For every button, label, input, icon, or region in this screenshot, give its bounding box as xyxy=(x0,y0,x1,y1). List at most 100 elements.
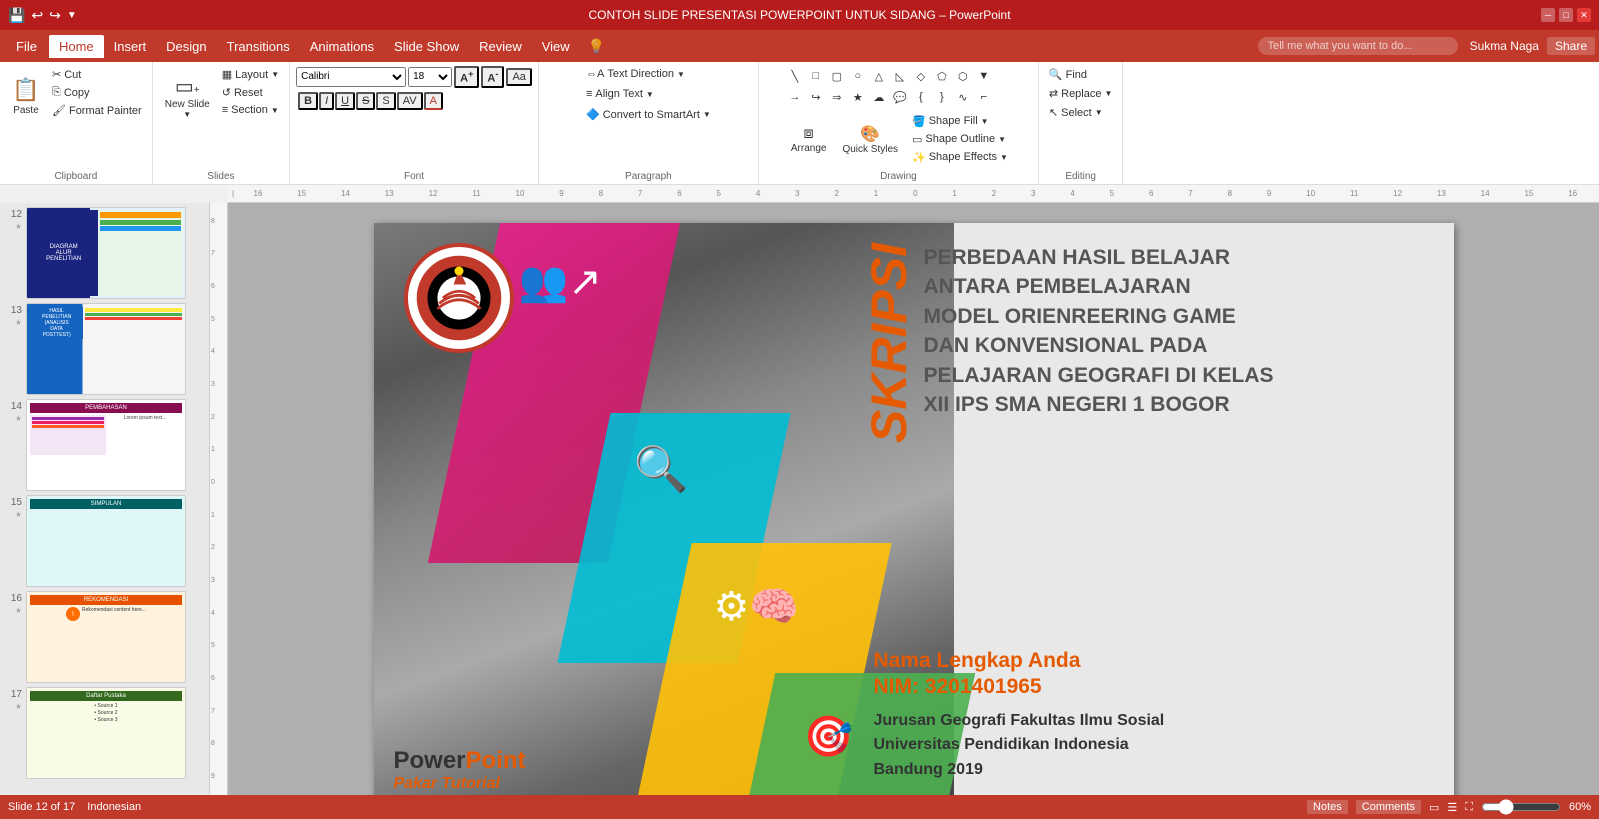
select-button[interactable]: ↖ Select ▼ xyxy=(1045,104,1107,121)
view-reading-icon[interactable]: ☰ xyxy=(1447,801,1457,814)
cut-button[interactable]: ✂ Cut xyxy=(48,66,146,83)
format-painter-button[interactable]: 🖌 Format Painter xyxy=(48,102,146,119)
close-button[interactable]: ✕ xyxy=(1577,8,1591,22)
menu-view[interactable]: View xyxy=(532,35,580,58)
diamond-shape[interactable]: ◇ xyxy=(911,66,931,86)
menu-review[interactable]: Review xyxy=(469,35,532,58)
layout-button[interactable]: ▦ Layout ▼ xyxy=(218,66,283,83)
strikethrough-button[interactable]: S xyxy=(356,92,375,110)
rect-shape[interactable]: □ xyxy=(806,66,826,86)
share-button[interactable]: Share xyxy=(1547,37,1595,55)
institution-line3: Bandung 2019 xyxy=(874,758,1444,783)
align-text-button[interactable]: ≡ Align Text ▼ xyxy=(582,86,658,102)
slide-thumb-14[interactable]: 14 ★ PEMBAHASAN Lorem ipsum text... xyxy=(4,399,205,491)
save-icon[interactable]: 💾 xyxy=(8,7,25,24)
curved-arrow-shape[interactable]: ↪ xyxy=(806,87,826,107)
right-triangle-shape[interactable]: ◺ xyxy=(890,66,910,86)
rounded-rect-shape[interactable]: ▢ xyxy=(827,66,847,86)
tell-me-input[interactable] xyxy=(1258,37,1458,55)
restore-button[interactable]: □ xyxy=(1559,8,1573,22)
paste-button[interactable]: 📋 Paste xyxy=(6,66,46,126)
menu-design[interactable]: Design xyxy=(156,35,216,58)
redo-icon[interactable]: ↪ xyxy=(49,7,61,24)
triangle-shape[interactable]: △ xyxy=(869,66,889,86)
oval-shape[interactable]: ○ xyxy=(848,66,868,86)
quick-access-toolbar[interactable]: 💾 ↩ ↪ ▼ xyxy=(8,7,77,24)
shape-outline-button[interactable]: ▭ Shape Outline ▼ xyxy=(908,131,1012,148)
decrease-font-button[interactable]: A- xyxy=(481,66,504,88)
notes-button[interactable]: Notes xyxy=(1307,800,1348,814)
font-size-select[interactable]: 18 xyxy=(408,67,452,87)
star-shape[interactable]: ★ xyxy=(848,87,868,107)
slide-img-12[interactable]: DIAGRAMALURPENELITIAN xyxy=(26,207,186,299)
slide-thumb-12[interactable]: 12 ★ DIAGRAMALURPENELITIAN xyxy=(4,207,205,299)
menu-insert[interactable]: Insert xyxy=(104,35,157,58)
main-area: 12 ★ DIAGRAMALURPENELITIAN xyxy=(0,203,1599,795)
drawing-content: ╲ □ ▢ ○ △ ◺ ◇ ⬠ ⬡ ▼ → ↪ ⇒ ★ ☁ 💬 { } ∿ ⌐ xyxy=(785,66,1012,169)
char-spacing-button[interactable]: AV xyxy=(397,92,423,110)
brace-shape[interactable]: } xyxy=(932,87,952,107)
undo-icon[interactable]: ↩ xyxy=(31,7,43,24)
comments-button[interactable]: Comments xyxy=(1356,800,1421,814)
clear-format-button[interactable]: Aa xyxy=(506,68,531,86)
slide-star-16: ★ xyxy=(15,606,22,615)
arrange-button[interactable]: ⧈ Arrange xyxy=(785,109,833,169)
replace-button[interactable]: ⇄ Replace ▼ xyxy=(1045,85,1117,102)
menu-animations[interactable]: Animations xyxy=(300,35,384,58)
slide-thumb-15[interactable]: 15 ★ SIMPULAN xyxy=(4,495,205,587)
bold-button[interactable]: B xyxy=(298,92,318,110)
copy-button[interactable]: ⎘ Copy xyxy=(48,84,146,101)
find-button[interactable]: 🔍 Find xyxy=(1045,66,1091,83)
callout-shape[interactable]: 💬 xyxy=(890,87,910,107)
line-shape[interactable]: ╲ xyxy=(785,66,805,86)
increase-font-button[interactable]: A+ xyxy=(454,66,479,88)
italic-button[interactable]: I xyxy=(319,92,334,110)
new-slide-dropdown[interactable]: ▼ xyxy=(183,110,191,119)
slide-img-17[interactable]: Daftar Pustaka • Source 1 • Source 2 • S… xyxy=(26,687,186,779)
connector-shape[interactable]: ⌐ xyxy=(974,87,994,107)
shape-effects-button[interactable]: ✨ Shape Effects ▼ xyxy=(908,149,1012,166)
zoom-slider[interactable] xyxy=(1481,799,1561,815)
new-slide-button[interactable]: ▭+ New Slide ▼ xyxy=(159,66,216,126)
slide-img-13[interactable]: HASILPENELITIAN(ANALISISDATAPOSTTEST) xyxy=(26,303,186,395)
editing-label: Editing xyxy=(1065,169,1096,182)
slide-thumb-16[interactable]: 16 ★ REKOMENDASI ! Rekomendasi content h… xyxy=(4,591,205,683)
quick-styles-button[interactable]: 🎨 Quick Styles xyxy=(836,109,904,169)
slide-panel[interactable]: 12 ★ DIAGRAMALURPENELITIAN xyxy=(0,203,210,795)
menu-home[interactable]: Home xyxy=(49,35,104,58)
slide-img-15[interactable]: SIMPULAN xyxy=(26,495,186,587)
bracket-shape[interactable]: { xyxy=(911,87,931,107)
menu-slideshow[interactable]: Slide Show xyxy=(384,35,469,58)
font-family-select[interactable]: Calibri xyxy=(296,67,406,87)
underline-button[interactable]: U xyxy=(335,92,355,110)
slide-star-14: ★ xyxy=(15,414,22,423)
hexagon-shape[interactable]: ⬡ xyxy=(953,66,973,86)
slide-preview-15: SIMPULAN xyxy=(27,496,185,586)
slide-img-16[interactable]: REKOMENDASI ! Rekomendasi content here..… xyxy=(26,591,186,683)
section-button[interactable]: ≡ Section ▼ xyxy=(218,102,283,118)
canvas-area[interactable]: 👥↗ 🔍 ⚙🧠 🎯 SKRIPSI PERBEDAAN HASIL BELAJA… xyxy=(228,203,1599,795)
cloud-shape[interactable]: ☁ xyxy=(869,87,889,107)
pentagon-shape[interactable]: ⬠ xyxy=(932,66,952,86)
window-controls[interactable]: ─ □ ✕ xyxy=(1541,8,1591,22)
reset-button[interactable]: ↺ Reset xyxy=(218,84,283,101)
curve-shape[interactable]: ∿ xyxy=(953,87,973,107)
slide-canvas[interactable]: 👥↗ 🔍 ⚙🧠 🎯 SKRIPSI PERBEDAAN HASIL BELAJA… xyxy=(374,223,1454,795)
minimize-button[interactable]: ─ xyxy=(1541,8,1555,22)
notched-arrow-shape[interactable]: ⇒ xyxy=(827,87,847,107)
view-normal-icon[interactable]: ▭ xyxy=(1429,801,1439,814)
slide-img-14[interactable]: PEMBAHASAN Lorem ipsum text... xyxy=(26,399,186,491)
view-slide-show-icon[interactable]: ⛶ xyxy=(1465,801,1473,814)
menu-file[interactable]: File xyxy=(4,35,49,58)
menu-transitions[interactable]: Transitions xyxy=(217,35,300,58)
convert-smartart-button[interactable]: 🔷 Convert to SmartArt ▼ xyxy=(582,106,715,123)
shape-fill-button[interactable]: 🪣 Shape Fill ▼ xyxy=(908,113,1012,130)
font-color-button[interactable]: A xyxy=(424,92,443,110)
more-shapes[interactable]: ▼ xyxy=(974,66,994,86)
slide-thumb-13[interactable]: 13 ★ HASILPENELITIAN(ANALISISDATAPOSTTES… xyxy=(4,303,205,395)
slide-thumb-17[interactable]: 17 ★ Daftar Pustaka • Source 1 • Source … xyxy=(4,687,205,779)
arrow-shape[interactable]: → xyxy=(785,87,805,107)
customize-icon[interactable]: ▼ xyxy=(67,10,77,21)
shadow-button[interactable]: S xyxy=(376,92,395,110)
text-direction-button[interactable]: ⇔A Text Direction ▼ xyxy=(582,66,689,82)
